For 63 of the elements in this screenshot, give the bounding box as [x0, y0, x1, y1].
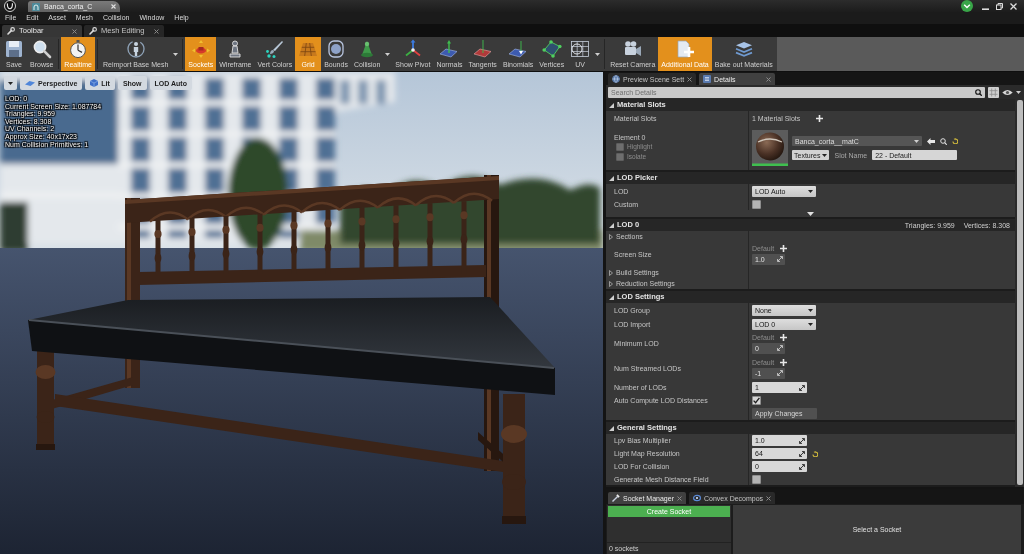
chevron-circle-icon[interactable] — [961, 0, 973, 12]
arch-tile-icon — [32, 2, 40, 11]
triangle-icon[interactable] — [609, 222, 614, 228]
engine-logo-icon[interactable] — [4, 0, 16, 12]
caret-icon[interactable] — [385, 52, 391, 56]
plus-icon[interactable] — [780, 244, 788, 252]
caret-icon — [914, 139, 919, 143]
triangle-icon[interactable] — [609, 102, 614, 108]
triangle-icon[interactable] — [609, 294, 614, 300]
caret-icon — [808, 189, 813, 193]
plane-points-icon — [541, 39, 562, 59]
plus-icon[interactable] — [816, 115, 824, 122]
caret-icon — [8, 81, 13, 85]
disc-arrows-icon — [190, 39, 211, 59]
caret-icon[interactable] — [595, 52, 601, 56]
caret-icon — [808, 308, 813, 312]
wrench-icon — [7, 27, 15, 35]
triangle-icon[interactable] — [609, 175, 614, 181]
restore-icon[interactable] — [996, 2, 1003, 10]
search-icon[interactable] — [975, 88, 982, 96]
viewport-menu-button[interactable] — [4, 76, 17, 90]
caret-icon — [822, 153, 828, 157]
reset-arrow-icon[interactable] — [812, 450, 818, 457]
panel-icon — [703, 75, 712, 83]
globe-icon — [612, 75, 620, 83]
plane-line-icon — [472, 39, 493, 59]
sphere-cage-icon — [326, 39, 346, 59]
magnifier-icon — [31, 39, 52, 59]
stopwatch-icon — [68, 39, 89, 59]
material-thumbnail[interactable] — [752, 130, 788, 166]
stacked-layers-icon — [733, 39, 754, 59]
ring-icon — [693, 494, 701, 502]
checkbox[interactable] — [616, 153, 624, 161]
plus-icon[interactable] — [780, 333, 788, 341]
checkmark-icon — [753, 396, 760, 404]
drag-arrows-icon[interactable] — [799, 437, 805, 444]
eye-icon[interactable] — [1002, 88, 1013, 96]
left-arrow-icon[interactable] — [927, 137, 935, 145]
plane-down-arrow-icon — [508, 39, 529, 59]
wrench-icon — [89, 27, 97, 35]
checkbox[interactable] — [752, 199, 761, 209]
document-plus-icon — [675, 39, 695, 59]
checkbox[interactable] — [752, 395, 761, 405]
triangle-icon[interactable] — [609, 425, 614, 431]
uv-grid-icon — [570, 39, 591, 59]
wand-icon — [612, 494, 620, 502]
caret-icon — [808, 322, 813, 326]
camera-icon — [622, 39, 643, 59]
plane-icon — [25, 79, 35, 87]
paint-brush-icon — [264, 39, 285, 59]
drag-arrows-icon[interactable] — [799, 384, 805, 391]
cube-icon — [90, 79, 99, 87]
drag-arrows-icon[interactable] — [799, 450, 805, 457]
checkbox[interactable] — [752, 474, 761, 484]
caret-icon[interactable] — [173, 52, 179, 56]
drag-arrows-icon[interactable] — [799, 463, 805, 470]
plus-icon[interactable] — [780, 358, 788, 366]
plane-up-arrow-icon — [439, 39, 460, 59]
checkbox[interactable] — [616, 143, 624, 151]
grid-view-icon[interactable] — [988, 86, 999, 98]
reset-arrow-icon[interactable] — [952, 138, 958, 144]
expand-arrow-icon[interactable] — [807, 211, 814, 216]
caret-icon[interactable] — [1016, 90, 1021, 94]
